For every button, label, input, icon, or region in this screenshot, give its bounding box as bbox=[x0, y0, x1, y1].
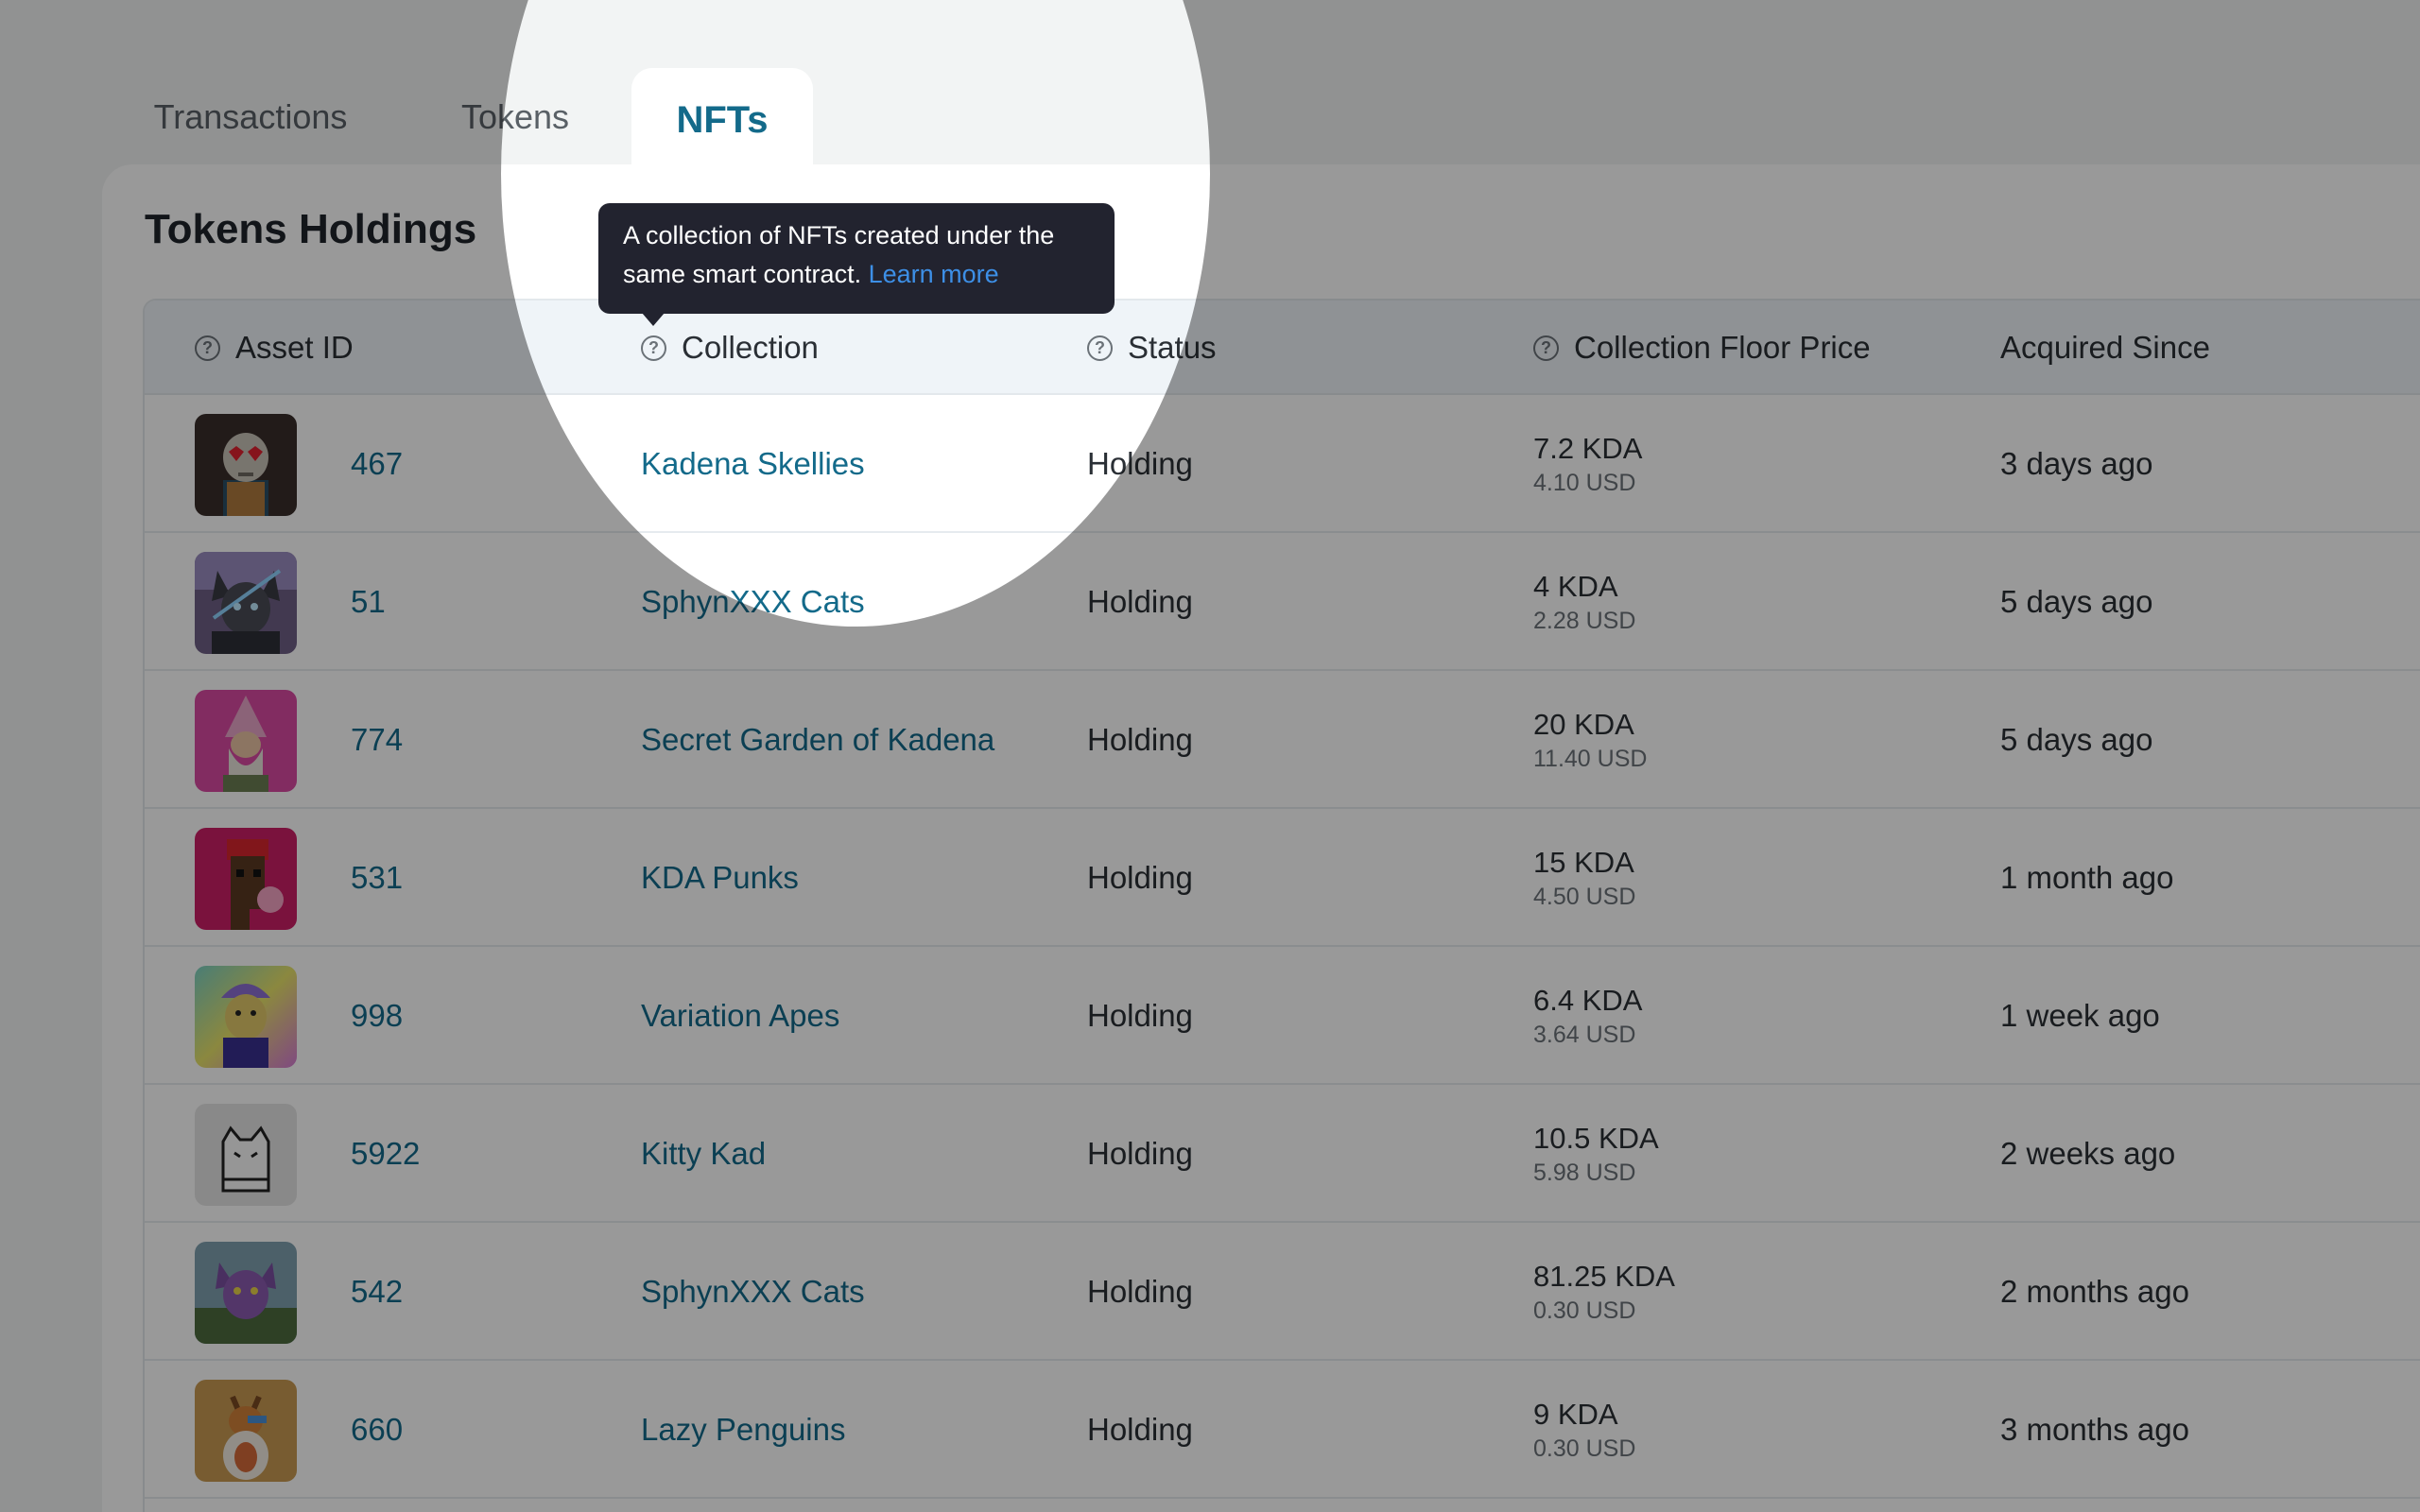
tab-tokens[interactable]: Tokens bbox=[444, 68, 586, 166]
header-acquired-since: Acquired Since bbox=[2000, 301, 2210, 395]
collection-link[interactable]: Kadena Skellies bbox=[641, 395, 865, 533]
status-text: Holding bbox=[1087, 1412, 1193, 1447]
price-usd: 4.10 USD bbox=[1533, 469, 1636, 496]
asset-id-link[interactable]: 542 bbox=[351, 1223, 403, 1361]
sphynx-cat-avatar[interactable] bbox=[195, 552, 297, 654]
tab-nfts[interactable]: NFTs bbox=[631, 68, 813, 172]
help-icon[interactable]: ? bbox=[1087, 335, 1113, 361]
floor-price: 9 KDA 0.30 USD bbox=[1533, 1361, 1635, 1499]
header-label: Status bbox=[1128, 330, 1217, 365]
header-collection: ? Collection bbox=[641, 301, 819, 395]
floor-price: 20 KDA 11.40 USD bbox=[1533, 671, 1647, 809]
header-label: Collection bbox=[682, 330, 819, 365]
price-kda: 7.2 KDA bbox=[1533, 431, 1643, 465]
price-usd: 4.50 USD bbox=[1533, 883, 1636, 910]
header-asset-id: ? Asset ID bbox=[195, 301, 354, 395]
ape-avatar[interactable] bbox=[195, 966, 297, 1068]
price-usd: 5.98 USD bbox=[1533, 1159, 1636, 1186]
floor-price: 7.2 KDA 4.10 USD bbox=[1533, 395, 1642, 533]
floor-price: 4 KDA 2.28 USD bbox=[1533, 533, 1635, 671]
acquired-since: 5 days ago bbox=[2000, 584, 2153, 619]
table-row[interactable]: 5922 Kitty Kad Holding 10.5 KDA 5.98 USD… bbox=[145, 1085, 2420, 1223]
tab-transactions[interactable]: Transactions bbox=[142, 68, 359, 166]
kitty-avatar[interactable] bbox=[195, 1104, 297, 1206]
table-header: ? Asset ID ? Collection ? Status ? Colle… bbox=[145, 301, 2420, 395]
asset-id-link[interactable]: 51 bbox=[351, 533, 386, 671]
punk-avatar[interactable] bbox=[195, 828, 297, 930]
price-kda: 10.5 KDA bbox=[1533, 1121, 1659, 1155]
acquired-since: 2 months ago bbox=[2000, 1274, 2189, 1309]
floor-price: 6.4 KDA 3.64 USD bbox=[1533, 947, 1642, 1085]
help-icon[interactable]: ? bbox=[195, 335, 220, 361]
acquired-since: 1 month ago bbox=[2000, 860, 2174, 895]
acquired-since: 5 days ago bbox=[2000, 722, 2153, 757]
table-row[interactable]: 467 Kadena Skellies Holding 7.2 KDA 4.10… bbox=[145, 395, 2420, 533]
header-label: Asset ID bbox=[235, 330, 354, 365]
price-kda: 4 KDA bbox=[1533, 569, 1618, 603]
price-kda: 15 KDA bbox=[1533, 845, 1634, 879]
tab-bar: Transactions Tokens NFTs bbox=[0, 0, 2420, 172]
status-text: Holding bbox=[1087, 1136, 1193, 1171]
status-text: Holding bbox=[1087, 1274, 1193, 1309]
price-kda: 6.4 KDA bbox=[1533, 983, 1643, 1017]
header-status: ? Status bbox=[1087, 301, 1217, 395]
help-icon[interactable]: ? bbox=[1533, 335, 1559, 361]
status-text: Holding bbox=[1087, 998, 1193, 1033]
status-text: Holding bbox=[1087, 722, 1193, 757]
asset-id-link[interactable]: 531 bbox=[351, 809, 403, 947]
header-floor-price: ? Collection Floor Price bbox=[1533, 301, 1871, 395]
penguin-avatar[interactable] bbox=[195, 1380, 297, 1482]
table-row[interactable]: 531 KDA Punks Holding 15 KDA 4.50 USD 1 … bbox=[145, 809, 2420, 947]
collection-link[interactable]: SphynXXX Cats bbox=[641, 533, 865, 671]
table-row[interactable]: 660 Lazy Penguins Holding 9 KDA 0.30 USD… bbox=[145, 1361, 2420, 1499]
floor-price: 81.25 KDA 0.30 USD bbox=[1533, 1223, 1675, 1361]
price-usd: 0.30 USD bbox=[1533, 1435, 1636, 1462]
asset-id-link[interactable]: 998 bbox=[351, 947, 403, 1085]
asset-id-link[interactable]: 660 bbox=[351, 1361, 403, 1499]
status-text: Holding bbox=[1087, 584, 1193, 619]
asset-id-link[interactable]: 774 bbox=[351, 671, 403, 809]
collection-link[interactable]: SphynXXX Cats bbox=[641, 1223, 865, 1361]
acquired-since: 3 days ago bbox=[2000, 446, 2153, 481]
nft-table: ? Asset ID ? Collection ? Status ? Colle… bbox=[143, 299, 2420, 1512]
collection-tooltip: A collection of NFTs created under the s… bbox=[598, 203, 1115, 314]
status-text: Holding bbox=[1087, 860, 1193, 895]
table-row[interactable]: 774 Secret Garden of Kadena Holding 20 K… bbox=[145, 671, 2420, 809]
table-row[interactable]: 542 SphynXXX Cats Holding 81.25 KDA 0.30… bbox=[145, 1223, 2420, 1361]
header-label: Collection Floor Price bbox=[1574, 330, 1871, 365]
table-row[interactable]: 998 Variation Apes Holding 6.4 KDA 3.64 … bbox=[145, 947, 2420, 1085]
price-kda: 9 KDA bbox=[1533, 1397, 1618, 1431]
asset-id-link[interactable]: 5922 bbox=[351, 1085, 420, 1223]
price-usd: 0.30 USD bbox=[1533, 1297, 1636, 1324]
table-row[interactable]: 51 SphynXXX Cats Holding 4 KDA 2.28 USD … bbox=[145, 533, 2420, 671]
floor-price: 15 KDA 4.50 USD bbox=[1533, 809, 1635, 947]
collection-link[interactable]: KDA Punks bbox=[641, 809, 799, 947]
tooltip-arrow bbox=[642, 313, 665, 326]
acquired-since: 3 months ago bbox=[2000, 1412, 2189, 1447]
floor-price: 10.5 KDA 5.98 USD bbox=[1533, 1085, 1659, 1223]
header-label: Acquired Since bbox=[2000, 330, 2210, 365]
collection-link[interactable]: Lazy Penguins bbox=[641, 1361, 845, 1499]
price-usd: 3.64 USD bbox=[1533, 1021, 1636, 1048]
page: Transactions Tokens NFTs Tokens Holdings… bbox=[0, 0, 2420, 1512]
collection-link[interactable]: Kitty Kad bbox=[641, 1085, 766, 1223]
price-kda: 20 KDA bbox=[1533, 707, 1634, 741]
skull-avatar[interactable] bbox=[195, 414, 297, 516]
price-kda: 81.25 KDA bbox=[1533, 1259, 1675, 1293]
collection-link[interactable]: Secret Garden of Kadena bbox=[641, 671, 994, 809]
help-icon[interactable]: ? bbox=[641, 335, 666, 361]
acquired-since: 1 week ago bbox=[2000, 998, 2160, 1033]
status-text: Holding bbox=[1087, 446, 1193, 481]
gnome-avatar[interactable] bbox=[195, 690, 297, 792]
purple-cat-avatar[interactable] bbox=[195, 1242, 297, 1344]
price-usd: 11.40 USD bbox=[1533, 745, 1648, 772]
collection-link[interactable]: Variation Apes bbox=[641, 947, 839, 1085]
page-title: Tokens Holdings bbox=[145, 206, 477, 252]
learn-more-link[interactable]: Learn more bbox=[869, 260, 999, 288]
price-usd: 2.28 USD bbox=[1533, 607, 1636, 634]
asset-id-link[interactable]: 467 bbox=[351, 395, 403, 533]
acquired-since: 2 weeks ago bbox=[2000, 1136, 2176, 1171]
